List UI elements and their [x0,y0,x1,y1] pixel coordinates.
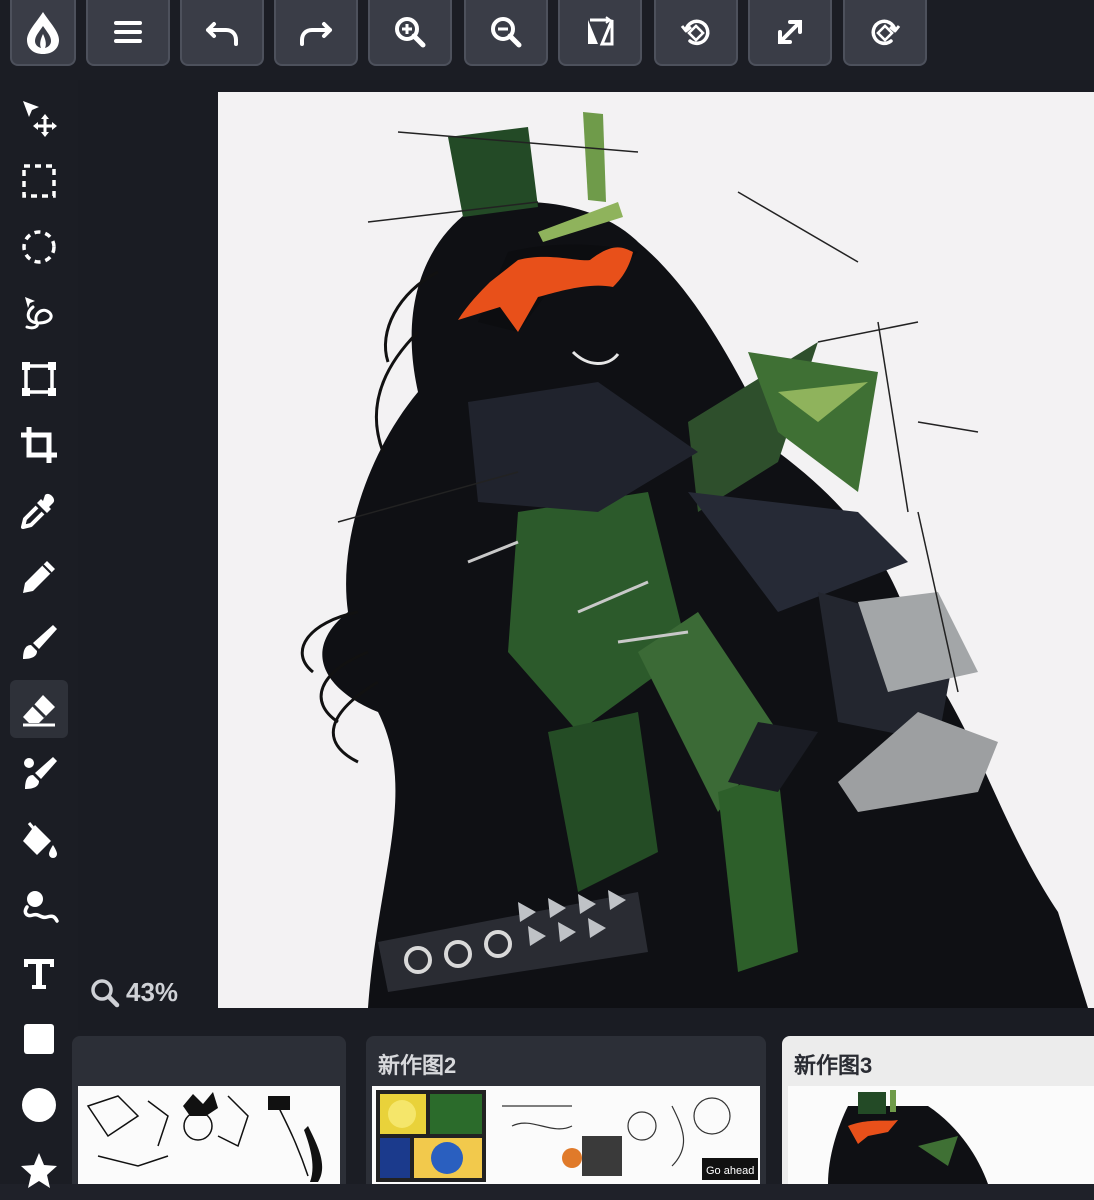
text-icon [24,959,54,989]
smudge-tool[interactable] [10,878,68,936]
move-tool[interactable] [10,88,68,146]
zoom-in-button[interactable] [368,0,452,66]
canvas-workspace[interactable]: 43% [78,80,1094,1030]
document-preview [78,1086,340,1184]
crop-tool[interactable] [10,416,68,474]
undo-button[interactable] [180,0,264,66]
brush-icon [23,625,57,659]
rectangle-shape-tool[interactable] [10,1010,68,1068]
document-thumbnail-3[interactable]: 新作图3 [782,1036,1094,1184]
ellipse-select-tool[interactable] [10,218,68,276]
document-strip: 新作图2 Go ahead 新作图3 [72,1030,1094,1184]
ellipse-select-icon [22,230,56,264]
brush-tool[interactable] [10,614,68,672]
move-icon [23,101,57,137]
lasso-icon [25,297,53,330]
drawing-canvas[interactable] [218,92,1094,1008]
flip-icon [588,16,614,46]
sketch-preview-1 [86,1092,323,1182]
rect-select-icon [22,164,56,198]
redo-icon [300,22,332,46]
sketch-preview-2: Go ahead [376,1090,758,1182]
rotate-right-icon [871,19,901,46]
document-title: 新作图2 [378,1053,457,1078]
ellipse-shape-tool[interactable] [10,1076,68,1134]
rotate-left-button[interactable] [654,0,738,66]
blend-brush-tool[interactable] [10,746,68,804]
menu-icon [114,21,142,43]
fullscreen-icon [778,20,802,44]
star-shape-icon [21,1153,57,1188]
transform-tool[interactable] [10,350,68,408]
ellipse-shape-icon [22,1088,56,1122]
menu-button[interactable] [86,0,170,66]
document-title: 新作图3 [794,1053,873,1078]
magnifier-icon [91,978,120,1007]
rotate-left-icon [680,19,710,46]
document-thumbnail-2[interactable]: 新作图2 Go ahead [366,1036,766,1184]
redo-button[interactable] [274,0,358,66]
fill-icon [23,822,57,858]
fullscreen-button[interactable] [748,0,832,66]
eyedropper-tool[interactable] [10,482,68,540]
text-tool[interactable] [10,944,68,1002]
eraser-icon [23,695,55,727]
document-preview: Go ahead [372,1086,760,1184]
flip-button[interactable] [558,0,642,66]
zoom-out-icon [491,17,522,48]
blend-brush-icon [24,757,57,789]
zoom-indicator[interactable]: 43% [90,977,178,1008]
lasso-tool[interactable] [10,284,68,342]
tool-rail [0,80,78,1188]
pencil-tool[interactable] [10,548,68,606]
rect-select-tool[interactable] [10,152,68,210]
zoom-in-icon [395,17,426,48]
star-shape-tool[interactable] [10,1142,68,1200]
eyedropper-icon [21,493,55,529]
top-toolbar [0,0,1094,80]
crop-icon [21,427,57,463]
zoom-out-button[interactable] [464,0,548,66]
document-preview [788,1086,1094,1184]
fill-tool[interactable] [10,812,68,870]
artwork-illustration [300,112,1088,1008]
undo-icon [206,22,238,46]
document-thumbnail-1[interactable] [72,1036,346,1184]
pencil-icon [23,561,55,593]
app-logo[interactable] [10,0,76,66]
smudge-icon [23,891,59,923]
rotate-right-button[interactable] [843,0,927,66]
transform-icon [22,362,56,396]
thumbnail-caption: Go ahead [706,1165,754,1177]
eraser-tool[interactable] [10,680,68,738]
zoom-level-label: 43% [126,977,179,1007]
drop-logo-icon [27,12,59,54]
artwork-preview [828,1090,988,1184]
rectangle-shape-icon [24,1024,54,1054]
